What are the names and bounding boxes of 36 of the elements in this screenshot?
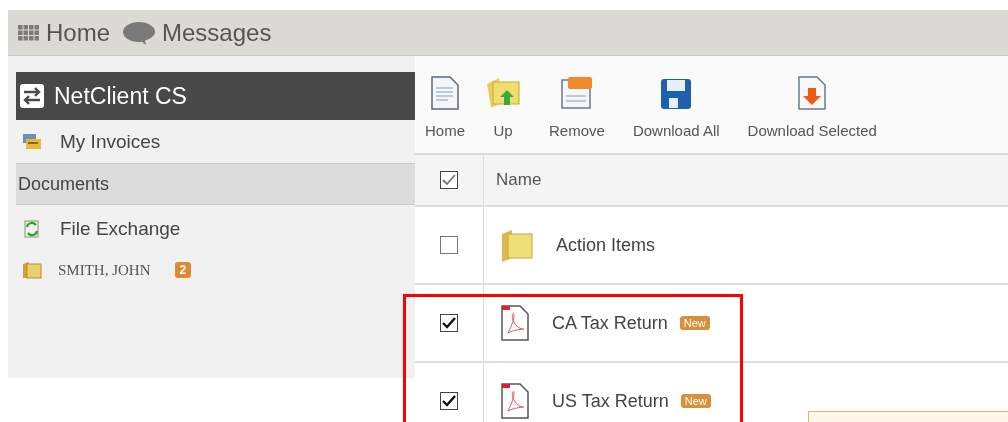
nav-link[interactable]: Messages	[122, 18, 272, 47]
speech-bubble-icon	[122, 20, 157, 45]
invoice-icon	[22, 132, 42, 151]
file-exchange-icon	[22, 218, 42, 239]
document-down-arrow-icon	[798, 76, 827, 110]
document-tag-icon	[559, 76, 594, 110]
row-checkbox[interactable]	[440, 314, 458, 332]
document-icon	[431, 76, 459, 110]
file-name-link[interactable]: CA Tax Return	[552, 312, 668, 334]
section-header: Documents	[16, 163, 415, 205]
folder-icon	[500, 228, 534, 262]
toolbar-button[interactable]: Up	[475, 76, 531, 139]
toolbar-button[interactable]: Remove	[539, 76, 615, 139]
new-badge: New	[679, 316, 710, 330]
nav-link[interactable]: Home	[18, 18, 111, 47]
sidebar-item[interactable]: File Exchange	[16, 207, 415, 250]
sidebar-item[interactable]: SMITH, JOHN 2	[16, 250, 415, 290]
row-checkbox[interactable]	[440, 392, 458, 410]
grid-icon	[18, 24, 40, 41]
count-badge: 2	[174, 262, 192, 278]
folder-icon	[22, 261, 42, 279]
swap-arrows-icon	[20, 84, 44, 108]
folder-up-arrow-icon	[485, 76, 521, 110]
toolbar-button[interactable]: Download Selected	[737, 76, 887, 139]
column-header[interactable]: Name	[496, 170, 542, 190]
row-checkbox[interactable]	[440, 236, 458, 254]
new-badge: New	[680, 394, 711, 408]
file-name-link[interactable]: Action Items	[556, 234, 656, 256]
file-name-link[interactable]: US Tax Return	[552, 390, 669, 412]
sidebar-item[interactable]: My Invoices	[16, 120, 415, 163]
pdf-file-icon	[500, 383, 530, 419]
select-all-checkbox[interactable]	[440, 171, 458, 189]
pdf-file-icon	[500, 305, 530, 341]
toolbar-button[interactable]: Home	[415, 76, 475, 139]
toolbar-button[interactable]: Download All	[622, 78, 730, 139]
app-title: NetClient CS	[54, 82, 187, 110]
